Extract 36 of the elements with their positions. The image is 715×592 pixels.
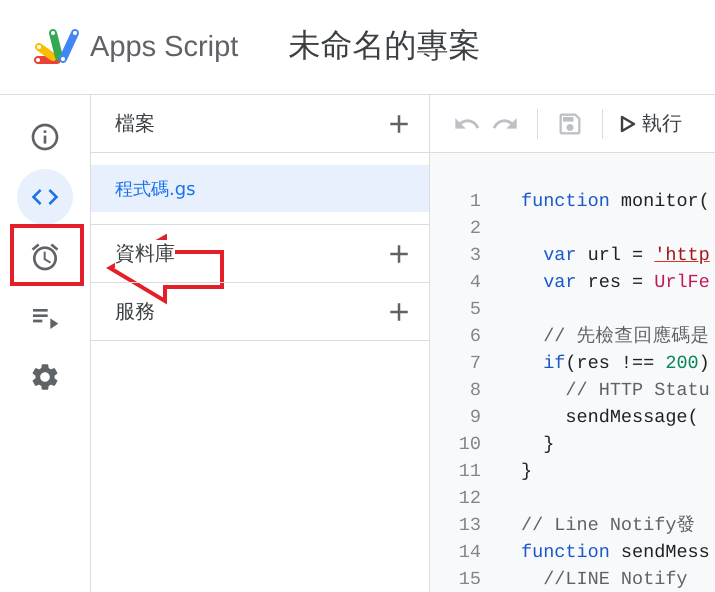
code-line: //LINE Notify bbox=[542, 568, 688, 592]
line-number: 6 bbox=[468, 325, 481, 349]
line-number: 13 bbox=[458, 514, 481, 538]
code-line: // HTTP Statu bbox=[564, 379, 710, 403]
code-line: function monitor( bbox=[521, 190, 710, 214]
logo-icon bbox=[33, 27, 81, 67]
line-number: 9 bbox=[468, 406, 481, 430]
info-icon bbox=[29, 121, 61, 153]
code-line: } bbox=[542, 433, 554, 457]
code-line: if(res !== 200) bbox=[542, 352, 710, 376]
code-line: // 先檢查回應碼是 bbox=[542, 324, 710, 349]
line-number: 10 bbox=[458, 433, 481, 457]
play-icon bbox=[620, 114, 636, 132]
code-line: var res = UrlFe bbox=[542, 271, 710, 295]
line-number: 14 bbox=[458, 541, 481, 565]
line-number: 12 bbox=[458, 487, 481, 511]
code-line: var url = 'http bbox=[542, 244, 710, 268]
code-line: sendMessage( bbox=[564, 406, 699, 430]
line-number: 3 bbox=[468, 244, 481, 268]
section-title: 資料庫 bbox=[115, 240, 175, 267]
code-line: function sendMess bbox=[521, 541, 710, 565]
line-number: 11 bbox=[458, 460, 481, 484]
file-item[interactable]: 程式碼.gs bbox=[91, 165, 429, 212]
line-number: 5 bbox=[468, 298, 481, 322]
product-name: Apps Script bbox=[90, 30, 238, 64]
line-number: 7 bbox=[468, 352, 481, 376]
line-number: 4 bbox=[468, 271, 481, 295]
project-title[interactable]: 未命名的專案 bbox=[288, 24, 480, 68]
code-line: // Line Notify發 bbox=[521, 514, 696, 538]
line-number: 2 bbox=[468, 217, 481, 241]
code-line: } bbox=[521, 460, 532, 484]
line-number: 15 bbox=[458, 568, 481, 592]
run-button[interactable]: 執行 bbox=[616, 110, 686, 137]
alarm-clock-icon bbox=[29, 241, 61, 273]
line-number: 8 bbox=[468, 379, 481, 403]
line-number: 1 bbox=[468, 190, 481, 214]
